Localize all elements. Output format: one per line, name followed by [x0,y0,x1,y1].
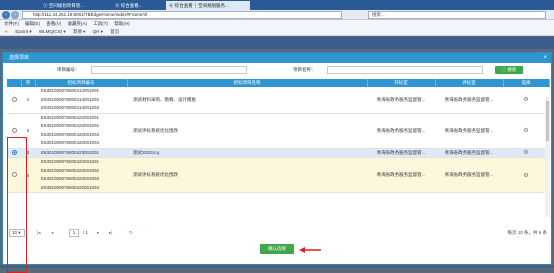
project-code: E6301000076000422001002 [41,167,100,173]
page-number-input[interactable]: 1 [69,229,79,237]
column-header-open-room: 开标室 [367,79,436,87]
gear-icon[interactable]: ⚙ [523,173,528,179]
project-code: E6301000076000422001001 [41,114,100,120]
column-header-eval-room: 评标室 [435,79,504,87]
arrow-annotation-icon [299,247,321,253]
red-highlight-box [7,137,27,273]
row-radio[interactable] [11,127,17,133]
app-header-background [0,37,554,49]
gear-icon[interactable]: ⚙ [523,150,528,156]
search-button[interactable]: ◯ 搜索 [495,66,523,74]
project-code: E6301000076000414001003 [41,105,100,110]
table-row[interactable]: 4 E6301000076000422001001 E6301000076000… [7,157,549,193]
refresh-icon[interactable]: ↻ [129,228,133,238]
select-project-dialog: 选择项目 × 项目编号： 项目名称： ◯ 搜索 序 招标项目编号 招标项目名称 … [2,52,552,273]
project-name: 测试材料采购、勘察、设计模板 [127,87,367,114]
project-code: E6301000076000422001001 [41,159,100,164]
project-code: E6301000076000422001002 [41,123,100,128]
menu-help[interactable]: 帮助(H) [114,21,129,26]
browser-tab[interactable]: ① 空间规划项目管... [40,1,110,10]
open-room: 青海省政务服务监督管... [367,113,435,149]
project-code: E6301000076000422001004 [41,140,100,145]
project-name: 测试评标系统优化围改 [127,157,367,193]
forward-icon[interactable]: › [11,11,19,19]
browser-search-field[interactable]: 搜索... [368,11,546,19]
table-scrollbar[interactable] [545,97,550,217]
favorite-item[interactable]: 首页 [110,29,119,34]
menu-file[interactable]: 文件(F) [4,21,19,26]
next-page-icon[interactable]: ▸ [97,228,99,238]
project-name: 测试2020zcq [127,148,367,158]
pagination-info: 每页 10 条，共 6 条 [507,230,547,235]
menu-edit[interactable]: 编辑(E) [25,21,40,26]
favorite-item[interactable]: Epoint ▾ [15,29,31,34]
star-icon: ★ [4,29,9,34]
scrollbar-thumb[interactable] [546,101,549,141]
browser-tab-active[interactable]: ⑥ 综合查看 │ 空间规划服务... [166,1,250,10]
project-name-label: 项目名称： [293,67,316,72]
browser-tab-bar: ① 空间规划项目管... ④ 综合查看... ⑥ 综合查看 │ 空间规划服务..… [0,0,554,10]
pagination-bar: 10 ▾ |◂ ◂ 1 / 1 ▸ ▸| ↻ 每页 10 条，共 6 条 [7,228,549,238]
menu-view[interactable]: 查看(V) [46,21,61,26]
column-header-radio [7,79,22,87]
eval-room: 青海省政务服务监督管... [435,113,503,149]
column-header-select: 选择 [503,79,550,87]
row-number: 1 [21,87,35,114]
back-icon[interactable]: ‹ [2,11,10,19]
project-code: E6301000076000414001002 [41,96,100,102]
eval-room: 青海省政务服务监督管... [435,148,503,158]
eval-room: 青海省政务服务监督管... [435,157,503,193]
table-row-selected[interactable]: 3 E6301000076000423001001 测试2020zcq 青海省政… [7,148,549,158]
project-table: 序 招标项目编号 招标项目名称 开标室 评标室 选择 1 E6301000076… [7,79,550,193]
project-code: E6301000076000423001001 [41,149,100,155]
favorite-item[interactable]: 其他 ▾ [73,29,86,34]
menu-bar: 文件(F) 编辑(E) 查看(V) 收藏夹(A) 工具(T) 帮助(H) [0,20,554,28]
eval-room: 青海省政务服务监督管... [435,87,503,114]
project-code-input[interactable] [91,66,247,74]
menu-favorites[interactable]: 收藏夹(A) [68,21,88,26]
close-icon[interactable]: × [543,53,547,63]
column-header-num: 序 [21,79,36,87]
dialog-title: 选择项目 [3,53,551,63]
open-room: 青海省政务服务监督管... [367,148,435,158]
project-code: E6301000076000422001003 [41,131,100,137]
column-header-code: 招标项目编号 [35,79,128,87]
address-bar-row: ‹ › http://111.44.251.18:8001/TBEdge/Hom… [0,10,554,20]
total-pages: / 1 [83,230,89,235]
first-page-icon[interactable]: |◂ [37,228,40,238]
table-row[interactable]: 2 E6301000076000422001001 E6301000076000… [7,113,549,149]
last-page-icon[interactable]: ▸| [109,228,112,238]
open-room: 青海省政务服务监督管... [367,157,435,193]
open-room: 青海省政务服务监督管... [367,87,435,114]
gear-icon[interactable]: ⚙ [523,128,528,134]
project-name: 测试评标系统优化围改 [127,113,367,149]
project-code: E6301000076000422001003 [41,176,100,181]
filter-row: 项目编号： 项目名称： ◯ 搜索 [3,64,551,76]
favorites-bar: ★ Epoint ▾ WLMQ(CS) ▾ 其他 ▾ QH ▾ 首页 [0,28,554,36]
table-header-row: 序 招标项目编号 招标项目名称 开标室 评标室 选择 [7,79,550,87]
project-code: E6301000076000414001001 [41,88,100,93]
favorite-item[interactable]: WLMQ(CS) ▾ [39,29,66,34]
row-radio[interactable] [11,96,17,102]
menu-tools[interactable]: 工具(T) [93,21,108,26]
favorite-item[interactable]: QH ▾ [93,29,103,34]
project-code-label: 项目编号： [57,67,80,72]
browser-tab[interactable]: ④ 综合查看... [112,1,164,10]
project-name-input[interactable] [327,66,483,74]
confirm-select-button[interactable]: 确认选择 [260,244,294,254]
table-row[interactable]: 1 E6301000076000414001001 E6301000076000… [7,87,549,114]
project-code: E6301000076000422001004 [41,184,100,190]
prev-page-icon[interactable]: ◂ [51,228,53,238]
url-field[interactable]: http://111.44.251.18:8001/TBEdge/Home/In… [22,11,342,19]
gear-icon[interactable]: ⚙ [523,97,528,103]
column-header-name: 招标项目名称 [127,79,368,87]
